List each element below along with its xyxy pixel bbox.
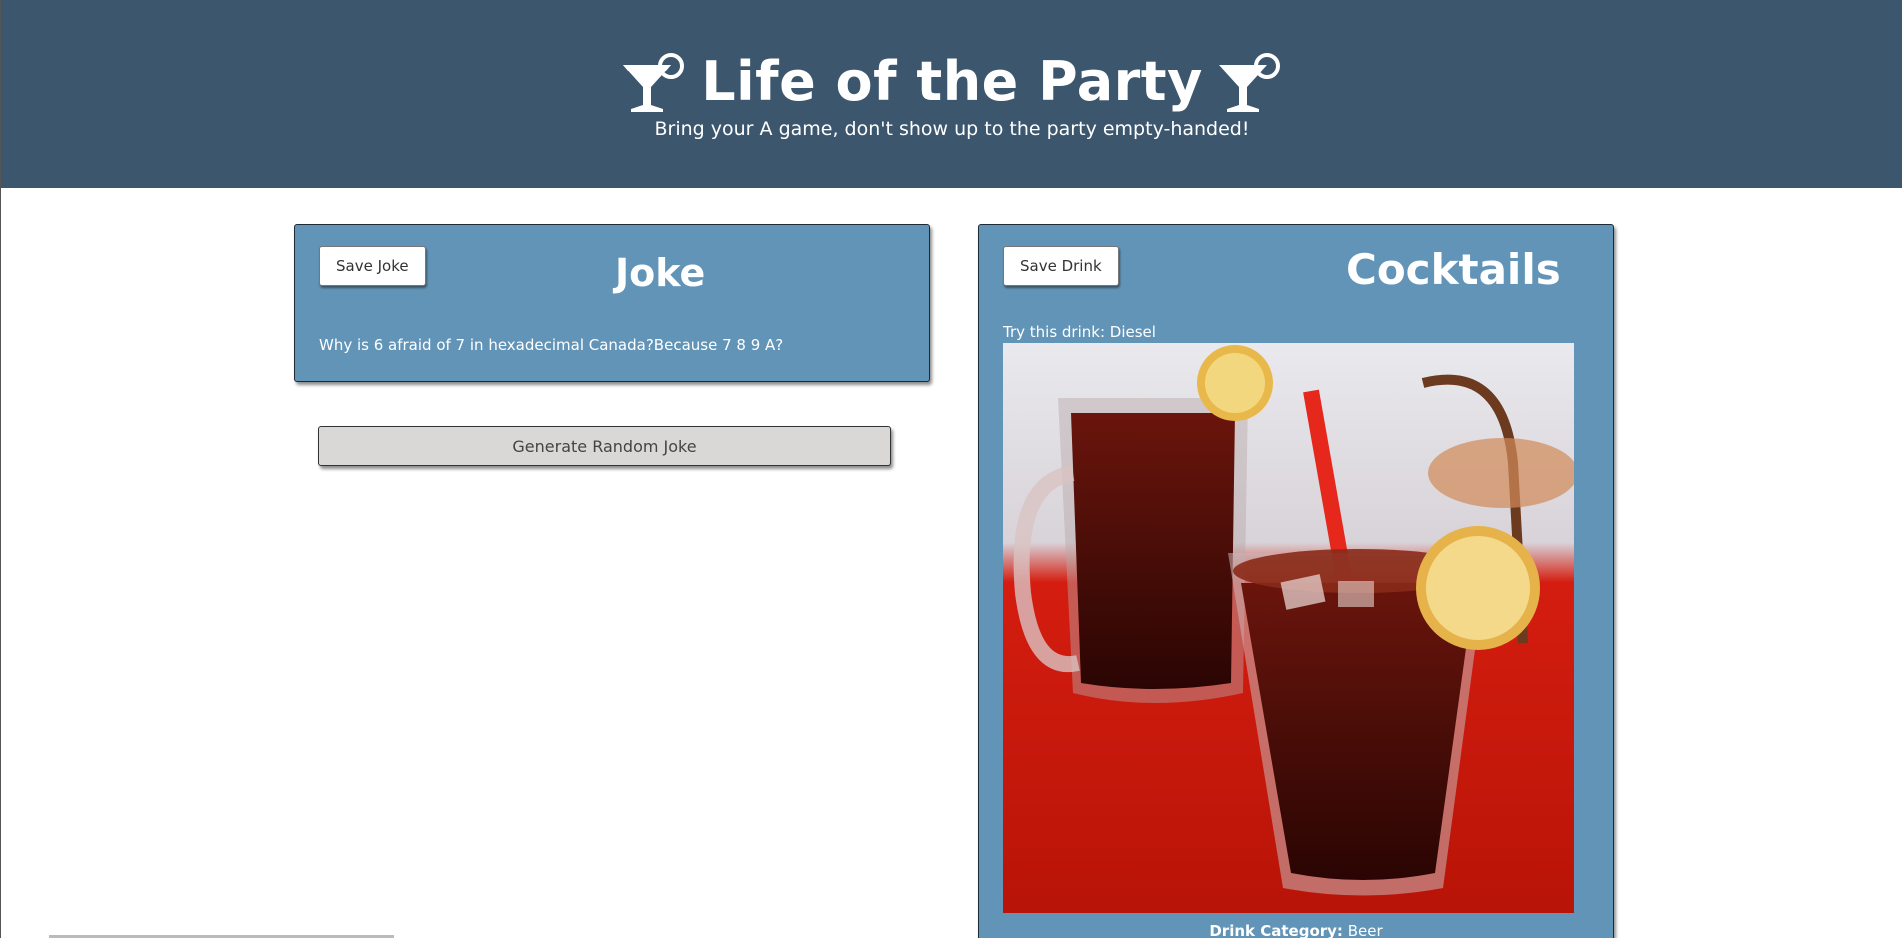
drink-category: Drink Category: Beer	[979, 922, 1613, 938]
drink-photo-illustration	[1003, 343, 1574, 913]
generate-random-joke-button[interactable]: Generate Random Joke	[318, 426, 891, 466]
drink-suggestion-prefix: Try this drink:	[1003, 323, 1110, 341]
drink-card: Save Drink Cocktails Try this drink: Die…	[978, 224, 1614, 938]
joke-text: Why is 6 afraid of 7 in hexadecimal Cana…	[319, 336, 784, 354]
save-joke-button[interactable]: Save Joke	[319, 246, 426, 286]
drink-suggestion: Try this drink: Diesel	[1003, 323, 1156, 341]
page-title: Life of the Party	[701, 50, 1203, 113]
cocktail-icon	[623, 53, 685, 112]
cocktails-title: Cocktails	[1346, 245, 1561, 294]
save-drink-button[interactable]: Save Drink	[1003, 246, 1119, 286]
joke-title: Joke	[615, 251, 706, 295]
site-header: Life of the Party Bring your A game, don…	[1, 0, 1902, 188]
cocktail-icon	[1218, 53, 1280, 112]
page-subtitle: Bring your A game, don't show up to the …	[654, 118, 1250, 140]
drink-category-label: Drink Category:	[1209, 922, 1343, 938]
drink-category-value: Beer	[1347, 922, 1383, 938]
drink-name: Diesel	[1109, 323, 1156, 341]
joke-card: Save Joke Joke Why is 6 afraid of 7 in h…	[294, 224, 930, 382]
drink-photo	[1003, 343, 1574, 913]
title-row: Life of the Party	[1, 48, 1902, 116]
